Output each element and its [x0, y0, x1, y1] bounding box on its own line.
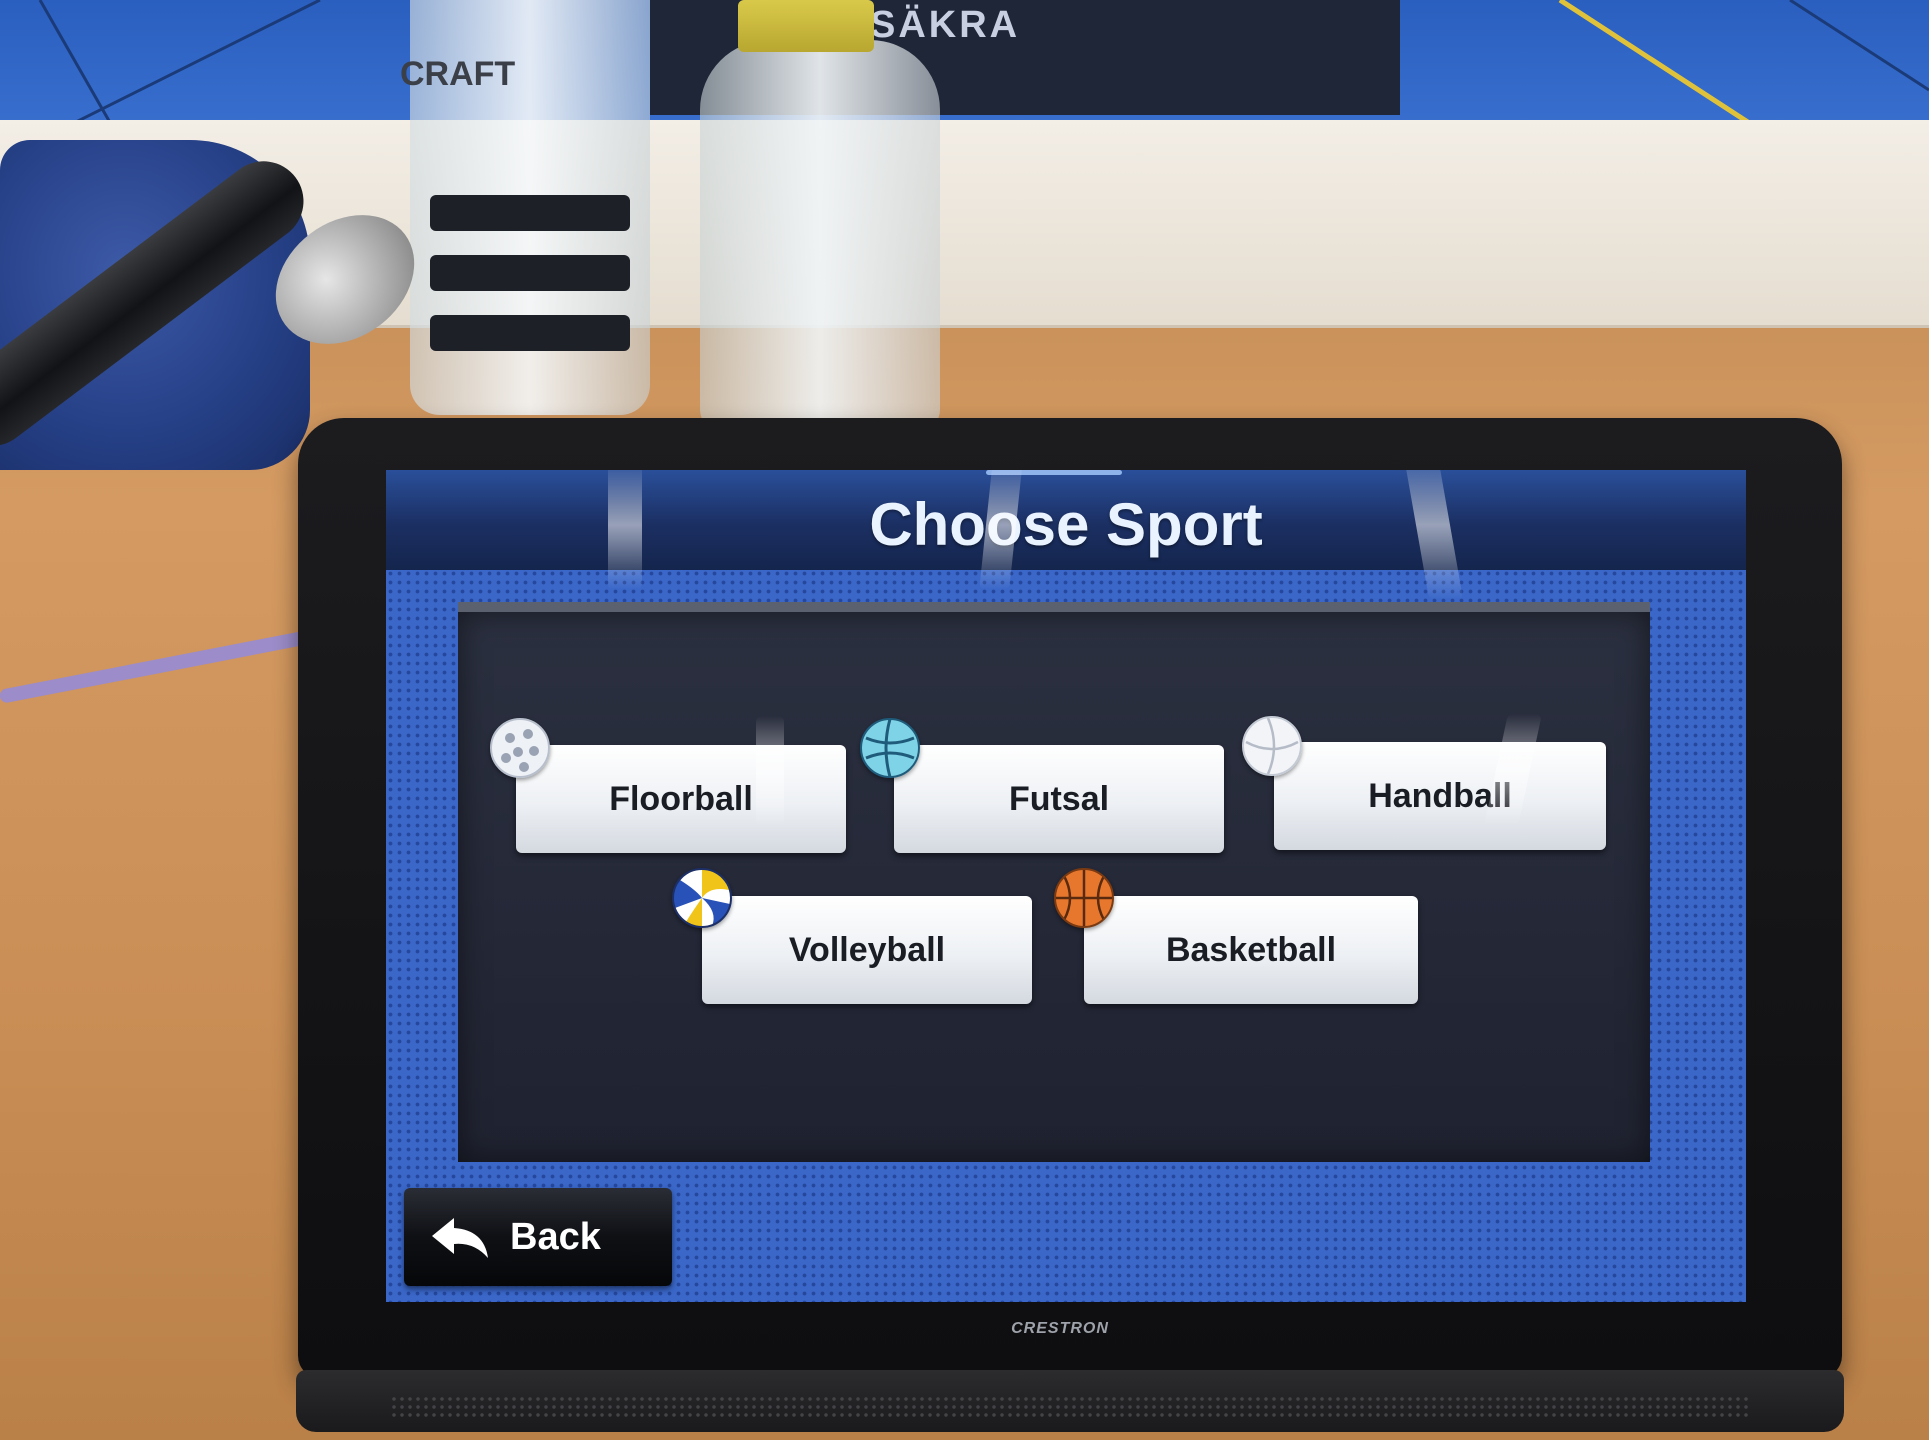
futsal-button[interactable]: Futsal: [894, 745, 1224, 853]
basketball-icon: [1054, 868, 1114, 928]
water-bottle: [700, 40, 940, 430]
futsal-ball-icon: [860, 718, 920, 778]
handball-button[interactable]: Handball: [1274, 742, 1606, 850]
sport-label: Handball: [1368, 777, 1512, 815]
glass-stripe: [430, 195, 630, 231]
bottle-cap: [738, 0, 874, 52]
volleyball-button[interactable]: Volleyball: [702, 896, 1032, 1004]
touch-screen: Choose Sport Floorball Futsal Handball V…: [386, 470, 1746, 1302]
back-button[interactable]: Back: [404, 1188, 672, 1286]
sport-label: Basketball: [1165, 931, 1337, 969]
floorball-button[interactable]: Floorball: [516, 745, 846, 853]
glass-brand-text: CRAFT: [400, 55, 516, 93]
sport-label: Volleyball: [788, 931, 946, 969]
handball-icon: [1242, 716, 1302, 776]
back-label: Back: [510, 1216, 601, 1258]
sport-label: Floorball: [609, 780, 753, 818]
device-brand-logo: CRESTRON: [1011, 1320, 1109, 1337]
volleyball-icon: [672, 868, 732, 928]
glass-stripe: [430, 255, 630, 291]
floorball-icon: [490, 718, 550, 778]
back-arrow-icon: [432, 1218, 488, 1258]
speaker-grille: [390, 1395, 1750, 1419]
banner-text: SÄKRA: [870, 4, 1021, 46]
cable: [0, 625, 336, 704]
basketball-button[interactable]: Basketball: [1084, 896, 1418, 1004]
sport-label: Futsal: [1008, 780, 1110, 818]
title-notch: [986, 470, 1122, 475]
page-title: Choose Sport: [869, 491, 1263, 558]
glass-stripe: [430, 315, 630, 351]
title-bar: Choose Sport: [386, 470, 1746, 570]
